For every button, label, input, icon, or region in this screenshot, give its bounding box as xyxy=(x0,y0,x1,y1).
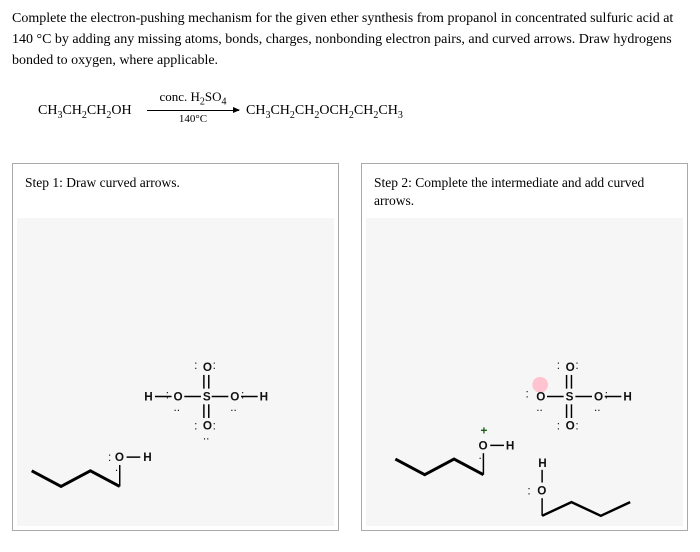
svg-text::: : xyxy=(166,388,169,401)
positive-charge: + xyxy=(480,425,487,438)
svg-text:..: .. xyxy=(230,401,237,414)
svg-text::: : xyxy=(241,388,244,401)
svg-text:..: .. xyxy=(115,461,122,474)
reactant-formula: CH3CH2CH2OH xyxy=(38,103,132,121)
atom-o-top2: O xyxy=(566,361,575,374)
svg-text::: : xyxy=(213,420,216,433)
step1-molecule: O H : .. H O S O H O xyxy=(17,218,334,526)
atom-h-right: H xyxy=(260,390,268,403)
svg-text::: : xyxy=(605,388,608,401)
svg-text::: : xyxy=(525,387,528,400)
step2-molecule: : O .. S O H O O : : : .. : : xyxy=(366,218,683,526)
step1-title: Step 1: Draw curved arrows. xyxy=(13,164,338,214)
reaction-arrow: conc. H2SO4 140°C xyxy=(147,89,239,125)
svg-text::: : xyxy=(575,420,578,433)
atom-s2: S xyxy=(566,390,574,403)
svg-text::: : xyxy=(213,359,216,372)
steps-container: Step 1: Draw curved arrows. O H : .. H O… xyxy=(12,163,688,531)
atom-o-bot2: O xyxy=(566,420,575,433)
svg-text:..: .. xyxy=(594,401,601,414)
svg-text:..: .. xyxy=(174,401,181,414)
svg-text::: : xyxy=(194,420,197,433)
svg-text::: : xyxy=(527,484,530,497)
conditions-top: conc. H2SO4 xyxy=(147,89,239,108)
step1-panel: Step 1: Draw curved arrows. O H : .. H O… xyxy=(12,163,339,531)
conditions-bottom: 140°C xyxy=(147,113,239,125)
svg-text:..: .. xyxy=(479,449,486,462)
atom-o-top: O xyxy=(203,361,212,374)
atom-h-prop2: H xyxy=(538,457,546,470)
svg-text::: : xyxy=(557,420,560,433)
svg-text::: : xyxy=(575,359,578,372)
atom-h-propanol: H xyxy=(143,451,151,464)
svg-text::: : xyxy=(557,359,560,372)
svg-text::: : xyxy=(194,359,197,372)
step1-canvas[interactable]: O H : .. H O S O H O xyxy=(17,218,334,526)
atom-s: S xyxy=(203,390,211,403)
atom-h-left: H xyxy=(144,390,152,403)
atom-h-prop1: H xyxy=(506,439,514,452)
reaction-scheme: CH3CH2CH2OH conc. H2SO4 140°C CH3CH2CH2O… xyxy=(12,89,688,133)
atom-h-right2: H xyxy=(623,390,631,403)
product-formula: CH3CH2CH2OCH2CH2CH3 xyxy=(246,103,403,121)
svg-text::: : xyxy=(108,451,111,464)
svg-text:..: .. xyxy=(203,430,210,443)
svg-text:..: .. xyxy=(536,401,543,414)
atom-o-prop2: O xyxy=(537,484,546,497)
step2-title: Step 2: Complete the intermediate and ad… xyxy=(362,164,687,218)
instructions-text: Complete the electron-pushing mechanism … xyxy=(12,8,688,71)
step2-panel: Step 2: Complete the intermediate and ad… xyxy=(361,163,688,531)
step2-canvas[interactable]: : O .. S O H O O : : : .. : : xyxy=(366,218,683,526)
